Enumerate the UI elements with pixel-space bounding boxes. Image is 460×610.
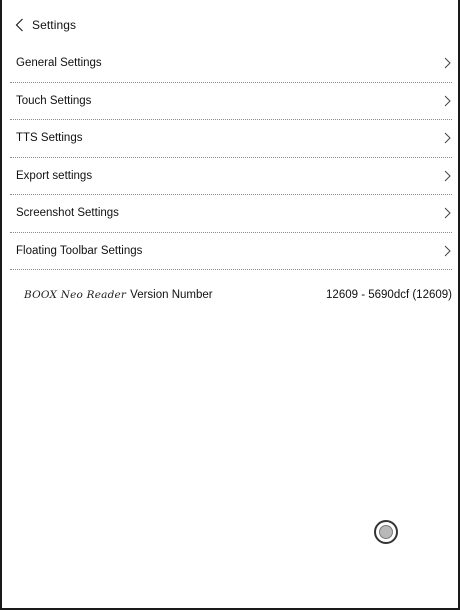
settings-item-label: Export settings: [16, 169, 93, 182]
chevron-right-icon: [442, 244, 452, 258]
chevron-left-icon: [12, 17, 26, 33]
version-info: BOOX Neo Reader Version Number 12609 - 5…: [24, 286, 452, 304]
floating-toolbar-button[interactable]: [374, 520, 398, 544]
version-value: 12609 - 5690dcf (12609): [326, 289, 452, 301]
page-title: Settings: [32, 18, 77, 32]
settings-item-label: Screenshot Settings: [16, 207, 119, 220]
chevron-right-icon: [442, 94, 452, 108]
chevron-right-icon: [442, 169, 452, 183]
floating-toolbar-icon: [379, 525, 393, 539]
settings-item-touch[interactable]: Touch Settings: [10, 83, 452, 120]
settings-item-label: Touch Settings: [16, 94, 92, 107]
chevron-right-icon: [442, 131, 452, 145]
back-button[interactable]: Settings: [12, 12, 76, 38]
settings-item-label: General Settings: [16, 57, 102, 70]
app-window: Settings General Settings Touch Settings…: [0, 0, 460, 610]
version-label: Version Number: [130, 289, 213, 301]
brand-logo: BOOX Neo Reader: [24, 289, 127, 301]
settings-item-label: TTS Settings: [16, 132, 83, 145]
version-label-group: BOOX Neo Reader Version Number: [24, 289, 213, 301]
chevron-right-icon: [442, 56, 452, 70]
settings-list: General Settings Touch Settings TTS Sett…: [10, 45, 452, 270]
settings-item-export[interactable]: Export settings: [10, 158, 452, 195]
settings-item-general[interactable]: General Settings: [10, 45, 452, 83]
chevron-right-icon: [442, 206, 452, 220]
settings-item-label: Floating Toolbar Settings: [16, 244, 143, 257]
settings-item-screenshot[interactable]: Screenshot Settings: [10, 195, 452, 233]
settings-item-floating-toolbar[interactable]: Floating Toolbar Settings: [10, 233, 452, 270]
settings-item-tts[interactable]: TTS Settings: [10, 120, 452, 158]
